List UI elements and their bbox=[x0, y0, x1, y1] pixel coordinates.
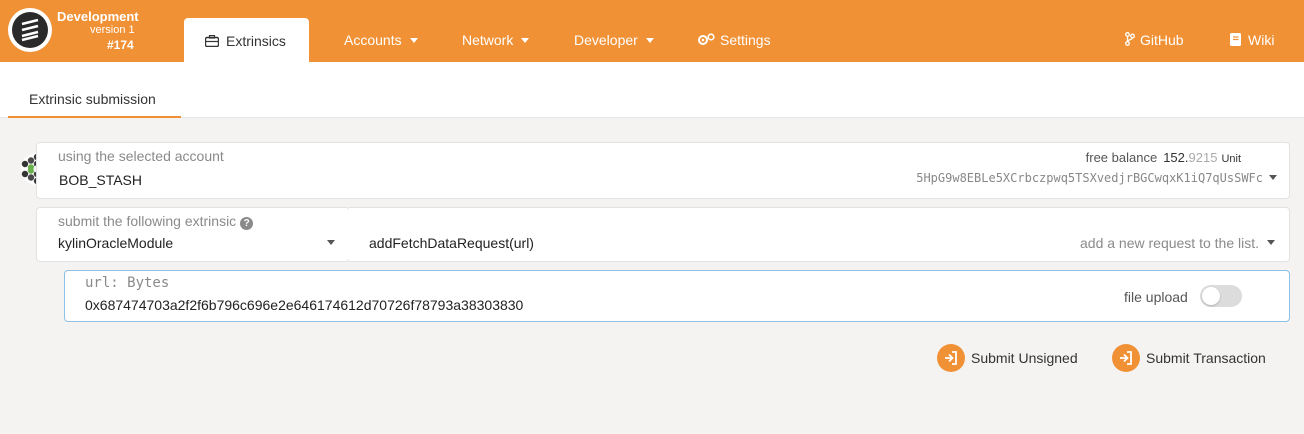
github-link[interactable]: GitHub bbox=[1125, 32, 1184, 48]
method-dropdown[interactable]: addFetchDataRequest(url) add a new reque… bbox=[349, 207, 1290, 262]
account-label: using the selected account bbox=[58, 148, 224, 164]
tab-extrinsics[interactable]: Extrinsics bbox=[184, 18, 309, 62]
selected-method: addFetchDataRequest(url) bbox=[369, 235, 534, 251]
free-balance-label: free balance bbox=[1085, 150, 1158, 165]
tab-extrinsic-submission-label: Extrinsic submission bbox=[29, 91, 156, 107]
param-value[interactable]: 0x687474703a2f2f6b796c696e2e646174612d70… bbox=[85, 297, 523, 313]
chain-selector[interactable]: Development version 1 #174 bbox=[57, 9, 210, 52]
menu-developer[interactable]: Developer bbox=[574, 32, 654, 48]
free-balance: free balance 152.9215 Unit bbox=[1086, 150, 1241, 165]
method-description: add a new request to the list. bbox=[1080, 235, 1259, 251]
chain-logo[interactable] bbox=[8, 8, 52, 52]
balance-integer: 152. bbox=[1163, 150, 1189, 165]
chevron-down-icon bbox=[327, 240, 335, 245]
wiki-label: Wiki bbox=[1248, 32, 1275, 48]
tab-extrinsic-submission[interactable]: Extrinsic submission bbox=[8, 62, 181, 118]
module-dropdown[interactable]: submit the following extrinsic? kylinOra… bbox=[36, 207, 350, 262]
book-icon bbox=[1230, 33, 1241, 46]
wiki-link[interactable]: Wiki bbox=[1230, 32, 1274, 48]
code-branch-icon bbox=[1125, 32, 1135, 46]
extrinsic-label-text: submit the following extrinsic bbox=[58, 213, 237, 229]
sign-in-icon bbox=[1112, 344, 1140, 372]
file-upload-label: file upload bbox=[1124, 289, 1188, 305]
toggle-knob bbox=[1202, 287, 1220, 305]
best-block-number: #174 bbox=[107, 38, 134, 52]
menu-developer-label: Developer bbox=[574, 32, 638, 48]
chevron-down-icon bbox=[409, 38, 418, 43]
gears-icon bbox=[698, 33, 715, 45]
submit-transaction-button[interactable]: Submit Transaction bbox=[1112, 344, 1277, 372]
chevron-down-icon bbox=[1269, 175, 1277, 180]
chain-name: Development bbox=[57, 9, 139, 24]
sign-in-icon bbox=[937, 344, 965, 372]
github-label: GitHub bbox=[1140, 32, 1184, 48]
balance-unit: Unit bbox=[1221, 153, 1241, 165]
sub-navigation: Extrinsic submission bbox=[0, 62, 1304, 118]
url-param-input[interactable]: url: Bytes 0x687474703a2f2f6b796c696e2e6… bbox=[64, 270, 1290, 322]
runtime-version: version 1 bbox=[90, 24, 135, 36]
polkadot-logo-icon bbox=[12, 12, 48, 48]
menu-network-label: Network bbox=[462, 32, 514, 48]
submit-transaction-label: Submit Transaction bbox=[1146, 350, 1266, 366]
account-address: 5HpG9w8EBLe5XCrbczpwq5TSXvedjrBGCwqxK1iQ… bbox=[916, 171, 1263, 185]
chevron-down-icon bbox=[1267, 240, 1275, 245]
submit-unsigned-button[interactable]: Submit Unsigned bbox=[937, 344, 1087, 372]
menu-network[interactable]: Network bbox=[462, 32, 530, 48]
file-upload-toggle[interactable] bbox=[1200, 285, 1242, 307]
extrinsic-label: submit the following extrinsic? bbox=[58, 213, 254, 230]
param-label: url: Bytes bbox=[85, 275, 170, 291]
menu-accounts[interactable]: Accounts bbox=[344, 32, 418, 48]
selected-module: kylinOracleModule bbox=[58, 235, 174, 251]
tab-extrinsics-label: Extrinsics bbox=[226, 33, 286, 49]
chevron-down-icon bbox=[645, 38, 654, 43]
balance-decimals: 9215 bbox=[1188, 150, 1218, 165]
top-navigation-bar: Development version 1 #174 Extrinsics Ac… bbox=[0, 0, 1304, 62]
menu-accounts-label: Accounts bbox=[344, 32, 402, 48]
help-icon[interactable]: ? bbox=[240, 217, 254, 230]
briefcase-icon bbox=[205, 35, 219, 47]
menu-settings[interactable]: Settings bbox=[698, 32, 771, 48]
menu-settings-label: Settings bbox=[720, 32, 771, 48]
account-selector[interactable]: using the selected account BOB_STASH fre… bbox=[36, 142, 1290, 199]
chevron-down-icon bbox=[521, 38, 530, 43]
submit-unsigned-label: Submit Unsigned bbox=[971, 350, 1078, 366]
account-name: BOB_STASH bbox=[59, 172, 142, 188]
